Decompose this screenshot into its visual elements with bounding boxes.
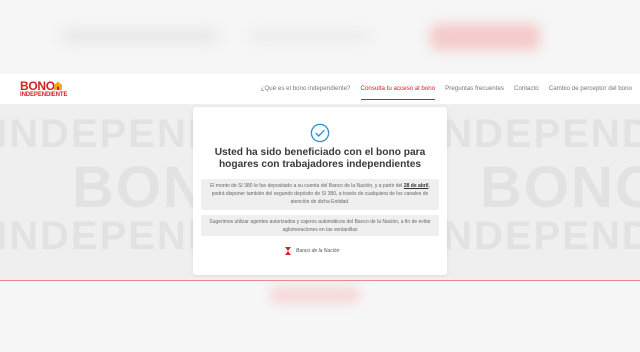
bank-logo-icon bbox=[285, 247, 291, 255]
result-modal: Usted ha sido beneficiado con el bono pa… bbox=[193, 107, 447, 275]
bono-independiente-logo[interactable]: BONO INDEPENDIENTE bbox=[20, 80, 80, 100]
nav-preguntas[interactable]: Preguntas frecuentes bbox=[445, 74, 504, 104]
watermark-text: BONO bbox=[480, 155, 640, 220]
blurred-text bbox=[250, 30, 370, 42]
logo-subtitle: INDEPENDIENTE bbox=[20, 92, 68, 98]
check-circle-icon bbox=[310, 123, 330, 143]
suggestion-message: Sugerimos utilizar agentes autorizados y… bbox=[201, 215, 439, 236]
deposit-message-text: El monto de S/ 380 le fue depositado a s… bbox=[210, 183, 404, 189]
deposit-date: 28 de abril bbox=[403, 183, 429, 189]
logo-title: BONO bbox=[20, 79, 55, 93]
blurred-text bbox=[60, 28, 220, 44]
site-header: BONO INDEPENDIENTE ¿Qué es el bono indep… bbox=[0, 74, 640, 104]
modal-title: Usted ha sido beneficiado con el bono pa… bbox=[214, 147, 426, 170]
house-icon bbox=[54, 81, 62, 90]
blurred-bottom-area bbox=[0, 281, 640, 352]
nav-consulta[interactable]: Consulta tu acceso al bono bbox=[360, 74, 435, 104]
deposit-message: El monto de S/ 380 le fue depositado a s… bbox=[201, 179, 439, 210]
blurred-button bbox=[430, 24, 540, 50]
nav-cambio-perceptor[interactable]: Cambio de perceptor del bono bbox=[549, 74, 632, 104]
main-nav: ¿Qué es el bono independiente? Consulta … bbox=[251, 74, 632, 104]
bank-name: Banco de la Nación bbox=[296, 248, 340, 254]
nav-contacto[interactable]: Contacto bbox=[514, 74, 539, 104]
watermark-text: INDEPENDIENTE bbox=[430, 112, 640, 156]
nav-que-es[interactable]: ¿Qué es el bono independiente? bbox=[261, 74, 351, 104]
banco-de-la-nacion-logo: Banco de la Nación bbox=[284, 245, 339, 257]
blurred-button bbox=[270, 287, 360, 303]
blurred-top-area bbox=[0, 0, 640, 74]
watermark-text: INDEPENDIENTE bbox=[430, 214, 640, 258]
